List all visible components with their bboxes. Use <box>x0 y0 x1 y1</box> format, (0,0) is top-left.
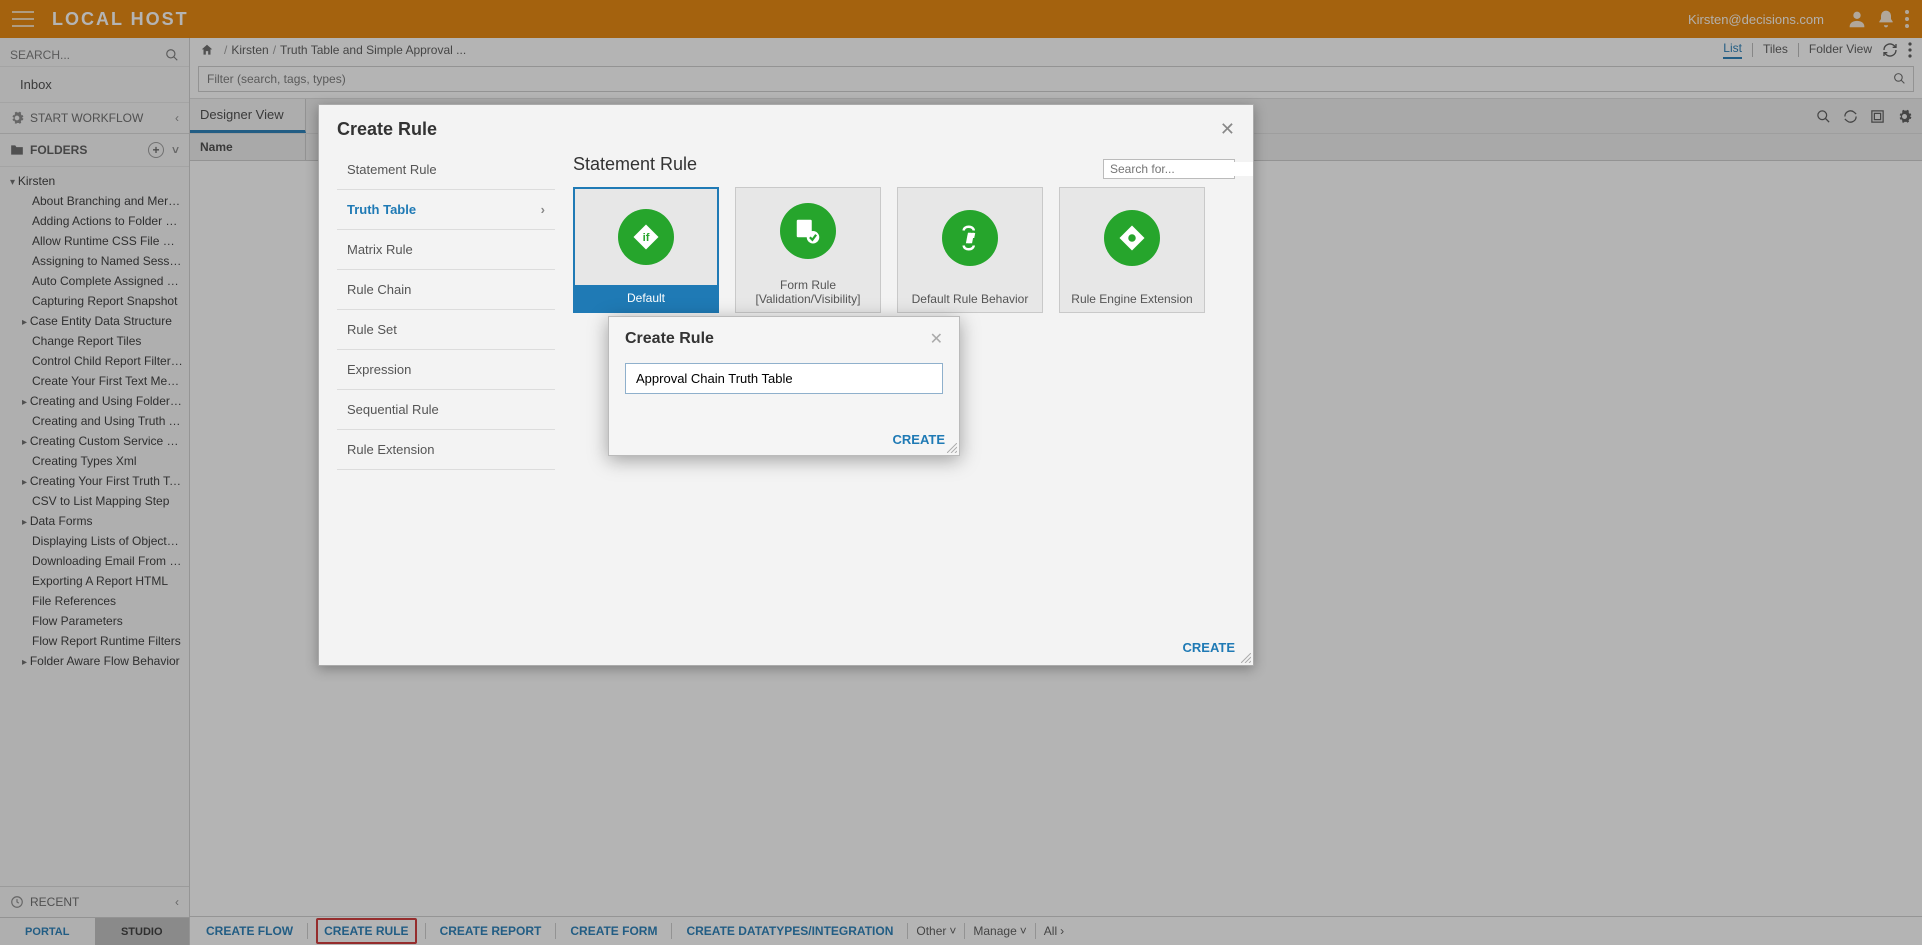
rule-card[interactable]: if Default Rule Behavior <box>897 187 1043 313</box>
card-label: Default Rule Behavior <box>906 288 1035 312</box>
category-item[interactable]: Rule Chain <box>337 270 555 310</box>
rule-card[interactable]: Form Rule [Validation/Visibility] <box>735 187 881 313</box>
small-dialog-title: Create Rule <box>625 330 714 348</box>
card-icon <box>780 188 836 274</box>
dialog-create-button[interactable]: CREATE <box>1183 640 1235 655</box>
resize-grip[interactable] <box>947 443 957 453</box>
card-label: Default <box>575 285 717 311</box>
card-label: Rule Engine Extension <box>1065 288 1198 312</box>
svg-text:if: if <box>643 232 650 244</box>
category-list: Statement RuleTruth Table›Matrix RuleRul… <box>337 150 555 630</box>
rule-card[interactable]: Rule Engine Extension <box>1059 187 1205 313</box>
create-rule-name-dialog: Create Rule ✕ CREATE <box>608 316 960 456</box>
card-icon: if <box>618 189 674 285</box>
card-label: Form Rule [Validation/Visibility] <box>736 274 880 312</box>
close-icon[interactable]: ✕ <box>930 329 943 349</box>
card-row: if Default Form Rule [Validation/Visibilit… <box>573 187 1235 313</box>
card-icon <box>1104 188 1160 288</box>
category-item[interactable]: Truth Table› <box>337 190 555 230</box>
card-icon: if <box>942 188 998 288</box>
dialog-search <box>1103 159 1235 179</box>
dialog-search-input[interactable] <box>1110 162 1253 176</box>
rule-card[interactable]: if Default <box>573 187 719 313</box>
category-item[interactable]: Statement Rule <box>337 150 555 190</box>
chevron-right-icon: › <box>541 202 545 217</box>
category-item[interactable]: Expression <box>337 350 555 390</box>
content-title: Statement Rule <box>573 150 697 187</box>
category-item[interactable]: Rule Extension <box>337 430 555 470</box>
rule-name-input[interactable] <box>625 363 943 394</box>
category-item[interactable]: Sequential Rule <box>337 390 555 430</box>
small-create-button[interactable]: CREATE <box>893 432 945 447</box>
category-item[interactable]: Rule Set <box>337 310 555 350</box>
dialog-title: Create Rule <box>337 119 437 140</box>
category-item[interactable]: Matrix Rule <box>337 230 555 270</box>
close-icon[interactable]: ✕ <box>1220 119 1235 140</box>
svg-text:if: if <box>967 233 974 245</box>
resize-grip[interactable] <box>1241 653 1251 663</box>
